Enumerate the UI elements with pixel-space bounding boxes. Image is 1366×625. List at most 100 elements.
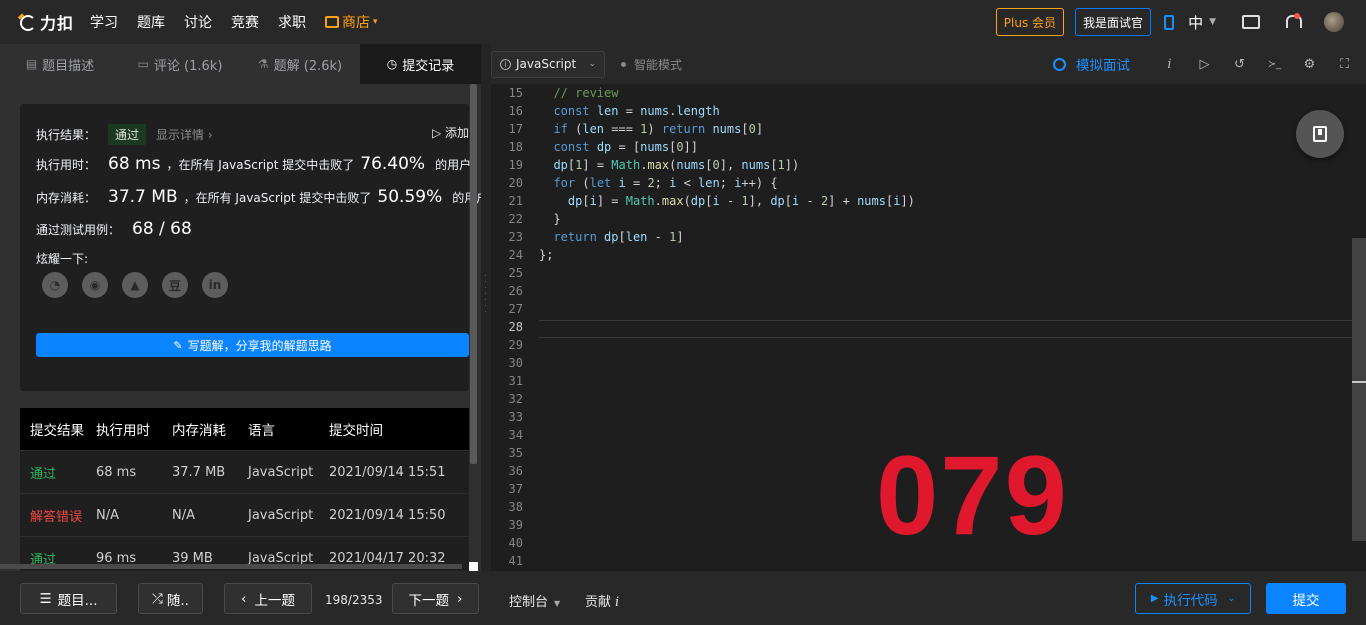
submit-button[interactable]: 提交 (1266, 583, 1346, 614)
main-nav: 学习 题库 讨论 竞赛 求职 商店 ▾ (90, 12, 397, 32)
line-number: 35 (508, 446, 523, 460)
line-number: 38 (508, 500, 523, 514)
chevron-down-icon: ⌄ (1227, 593, 1236, 604)
smart-mode-toggle[interactable]: 智能模式 (621, 56, 682, 73)
testcases-label: 通过测试用例： (36, 223, 121, 237)
console-label: 控制台 (509, 595, 549, 610)
row-status[interactable]: 解答错误 (20, 506, 96, 525)
panel-resize-handle[interactable]: · · · · · · · (481, 44, 491, 571)
share-label: 炫耀一下: (36, 252, 89, 266)
info-icon[interactable]: i (1152, 57, 1187, 72)
interviewer-button[interactable]: 我是面试官 (1075, 8, 1152, 36)
language-switch[interactable]: 中 ▼ (1188, 12, 1216, 33)
notification-bell-icon[interactable] (1284, 13, 1302, 30)
mobile-icon[interactable] (1164, 14, 1175, 30)
user-avatar[interactable] (1324, 12, 1344, 32)
code-line: dp[i] = Math.max(dp[i - 1], dp[i - 2] + … (567, 194, 915, 208)
code-line: for (let i = 2; i < len; i++) { (553, 176, 778, 190)
memory-text: ，在所有 JavaScript 提交中击败了 (183, 191, 372, 205)
shuffle-icon: ⤮ (152, 590, 163, 607)
contribute-button[interactable]: 贡献 i (585, 591, 619, 610)
status-label: 执行结果： (36, 128, 97, 142)
line-number: 20 (508, 176, 523, 190)
terminal-icon[interactable]: ≻_ (1257, 59, 1292, 70)
next-problem-button[interactable]: 下一题 › (392, 583, 479, 614)
line-number: 18 (508, 140, 523, 154)
tab-label: 提交记录 (402, 58, 455, 74)
line-number: 28 (508, 320, 523, 334)
memory-value: 37.7 MB (108, 187, 178, 207)
top-navbar: 力扣 学习 题库 讨论 竞赛 求职 商店 ▾ Plus 会员 我是面试官 中 ▼ (0, 0, 1366, 44)
mock-interview-button[interactable]: 模拟面试 (1053, 54, 1130, 74)
nav-item-store[interactable]: 商店 ▾ (325, 12, 378, 32)
weibo-icon[interactable]: ◉ (82, 272, 108, 298)
submissions-table: 提交结果 执行用时 内存消耗 语言 提交时间 通过 68 ms 37.7 MB … (20, 408, 469, 571)
show-details-link[interactable]: 显示详情 › (156, 126, 213, 143)
watermark-number: 079 (876, 433, 1069, 558)
current-line-highlight (539, 320, 1366, 338)
language-select-value: JavaScript (516, 57, 577, 71)
code-line: return dp[len - 1] (553, 230, 684, 244)
playground-icon[interactable] (1242, 15, 1260, 29)
header-memory: 内存消耗 (172, 423, 226, 439)
code-line: dp[1] = Math.max(nums[0], nums[1]) (553, 158, 800, 172)
fullscreen-icon[interactable]: ⛶ (1327, 57, 1362, 72)
nav-item-problems[interactable]: 题库 (137, 12, 165, 32)
problem-list-button[interactable]: ☰ 题目... (20, 583, 117, 614)
table-row[interactable]: 解答错误 N/A N/A JavaScript 2021/09/14 15:50 (20, 494, 469, 537)
caret-down-icon: ▾ (373, 17, 378, 27)
console-toggle[interactable]: 控制台 ▼ (509, 591, 560, 610)
left-scrollbar[interactable] (470, 84, 477, 464)
editor-scrollbar[interactable] (1352, 238, 1366, 541)
douban-icon[interactable]: 豆 (162, 272, 188, 298)
tab-label: 评论 (1.6k) (153, 58, 223, 74)
prev-problem-button[interactable]: ‹ 上一题 (224, 583, 312, 614)
line-number: 33 (508, 410, 523, 424)
nav-item-learn[interactable]: 学习 (90, 12, 118, 32)
plus-member-button[interactable]: Plus 会员 (995, 8, 1065, 36)
header-time: 提交时间 (329, 423, 383, 439)
add-note-button[interactable]: ▷ 添加 (432, 124, 469, 141)
clock-icon: ◷ (386, 57, 398, 71)
nav-item-contest[interactable]: 竞赛 (231, 12, 259, 32)
logo-icon (18, 13, 36, 31)
line-number: 39 (508, 518, 523, 532)
nav-item-jobs[interactable]: 求职 (278, 12, 306, 32)
row-status[interactable]: 通过 (20, 463, 96, 482)
editor-toolbar-right: 模拟面试 i ▷ ↺ ≻_ ⚙ ⛶ (1053, 44, 1366, 84)
status-badge: 通过 (108, 124, 147, 145)
linkedin-icon[interactable]: in (202, 272, 228, 298)
random-problem-button[interactable]: ⤮ 随.. (138, 583, 203, 614)
line-number: 36 (508, 464, 523, 478)
write-solution-button[interactable]: ✎ 写题解，分享我的解题思路 (36, 333, 469, 357)
smart-mode-dot-icon (621, 61, 626, 67)
run-code-button[interactable]: ▶ 执行代码 ⌄ (1135, 583, 1251, 614)
nav-item-discuss[interactable]: 讨论 (184, 12, 212, 32)
row-language: JavaScript (248, 507, 314, 523)
line-number: 24 (508, 248, 523, 262)
row-language: JavaScript (248, 464, 314, 480)
left-panel-tabs: ▤ 题目描述 ▭ 评论 (1.6k) ⚗ 题解 (2.6k) ◷ 提交记录 (0, 44, 481, 84)
settings-icon[interactable]: ⚙ (1292, 57, 1327, 72)
line-number: 15 (508, 86, 523, 100)
runtime-percent: 76.40% (360, 154, 426, 174)
line-number: 31 (508, 374, 523, 388)
leetcode-logo[interactable]: 力扣 (18, 0, 74, 44)
left-horizontal-scrollbar[interactable] (0, 564, 462, 569)
tab-submissions[interactable]: ◷ 提交记录 (360, 44, 481, 84)
run-icon[interactable]: ▷ (1187, 57, 1222, 72)
wechat-icon[interactable]: ◔ (42, 272, 68, 298)
chevron-left-icon: ‹ (241, 590, 247, 607)
comment-icon: ▭ (137, 57, 149, 71)
notes-button[interactable] (1296, 110, 1344, 158)
language-select[interactable]: i JavaScript ⌄ (491, 50, 605, 78)
qq-icon[interactable]: ▲ (122, 272, 148, 298)
tab-solutions[interactable]: ⚗ 题解 (2.6k) (240, 44, 360, 84)
tab-description[interactable]: ▤ 题目描述 (0, 44, 120, 84)
result-card: 执行结果： 通过 显示详情 › ▷ 添加 执行用时： 68 ms ，在所有 Ja… (20, 104, 481, 391)
reset-icon[interactable]: ↺ (1222, 57, 1257, 72)
tab-comments[interactable]: ▭ 评论 (1.6k) (120, 44, 240, 84)
nav-right-group: Plus 会员 我是面试官 中 ▼ (995, 0, 1366, 44)
chevron-down-icon: ⌄ (588, 59, 596, 69)
table-row[interactable]: 通过 68 ms 37.7 MB JavaScript 2021/09/14 1… (20, 451, 469, 494)
